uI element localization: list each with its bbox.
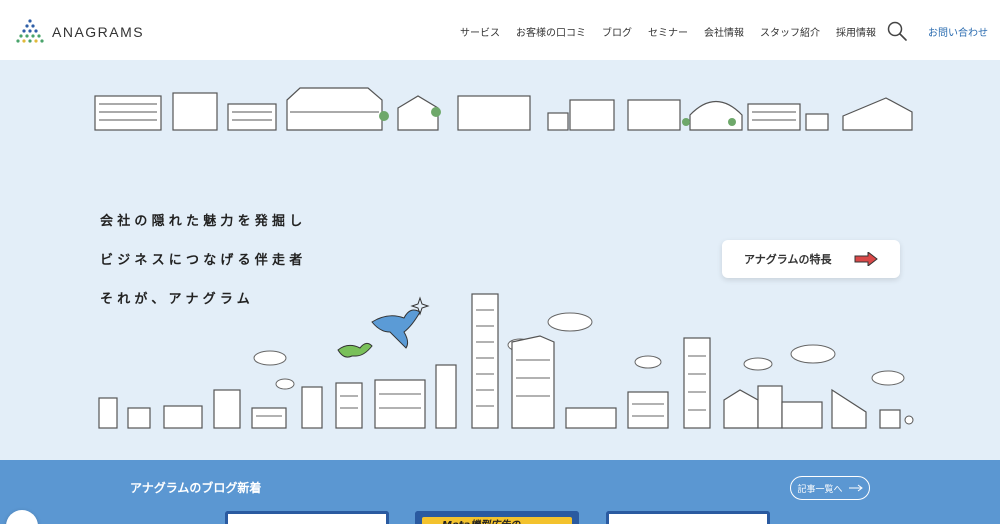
logo-mark-icon [16,19,44,43]
logo-text: ANAGRAMS [52,24,145,40]
blog-card-3[interactable] [606,511,770,524]
site-header: ANAGRAMS サービス お客様の口コミ ブログ セミナー 会社情報 スタッフ… [0,0,1000,60]
blog-card-1[interactable] [225,511,389,524]
features-button-label: アナグラムの特長 [744,253,832,266]
arrow-right-icon [854,252,878,266]
features-button[interactable]: アナグラムの特長 [722,240,900,278]
hero-line-1: 会社の隠れた魅力を発掘し [100,214,307,229]
nav-item-staff[interactable]: スタッフ紹介 [752,24,828,39]
blog-title: アナグラムのブログ新着 [130,481,262,495]
nav-item-seminar[interactable]: セミナー [640,24,696,39]
nav-item-recruit[interactable]: 採用情報 [828,24,884,39]
hero-line-3: それが、アナグラム [100,292,254,307]
nav-item-services[interactable]: サービス [452,24,508,39]
hero-line-2: ビジネスにつなげる伴走者 [100,253,307,268]
contact-link[interactable]: お問い合わせ [928,24,988,39]
all-articles-button[interactable]: 記事一覧へ [790,476,870,500]
hero-copy: 会社の隠れた魅力を発掘し ビジネスにつなげる伴走者 それが、アナグラム [100,212,306,329]
blog-section: アナグラムのブログ新着 記事一覧へ Meta機型広告の [0,460,1000,524]
nav-item-company[interactable]: 会社情報 [696,24,752,39]
nav-item-reviews[interactable]: お客様の口コミ [508,24,594,39]
blog-card-2-text: Meta機型広告の [442,516,520,524]
all-articles-label: 記事一覧へ [797,484,843,495]
blog-card-2[interactable]: Meta機型広告の [415,511,579,524]
main-nav: サービス お客様の口コミ ブログ セミナー 会社情報 スタッフ紹介 採用情報 [452,24,884,39]
nav-item-blog[interactable]: ブログ [594,24,640,39]
search-icon[interactable] [886,20,908,42]
logo[interactable]: ANAGRAMS [16,18,144,46]
hero-section: 会社の隠れた魅力を発掘し ビジネスにつなげる伴走者 それが、アナグラム アナグラ… [0,60,1000,460]
long-arrow-right-icon [848,484,863,492]
